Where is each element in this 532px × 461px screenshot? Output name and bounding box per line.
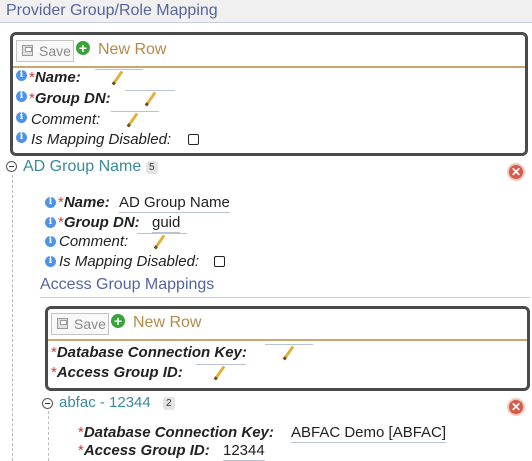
new-row-form: Save + New Row i *Name: i *Group DN: i C… — [10, 32, 528, 156]
info-icon[interactable]: i — [16, 112, 27, 123]
mapping-disabled-label: Is Mapping Disabled: — [31, 131, 172, 148]
toolbar-divider — [13, 66, 525, 68]
page-title: Provider Group/Role Mapping — [6, 2, 218, 19]
group-dn-label: *Group DN: — [58, 214, 140, 231]
mapping-disabled-checkbox[interactable] — [188, 134, 199, 145]
access-save-button[interactable]: Save — [51, 313, 109, 335]
db-key-label: *Database Connection Key: — [51, 344, 247, 361]
edit-pencil-icon[interactable] — [213, 365, 226, 381]
tree-guide-line — [48, 411, 49, 461]
name-field[interactable] — [95, 69, 143, 70]
edit-pencil-icon[interactable] — [282, 345, 295, 361]
info-icon[interactable]: i — [45, 197, 56, 208]
access-new-row-button[interactable]: New Row — [133, 314, 201, 332]
comment-label: Comment: — [31, 111, 101, 128]
save-button[interactable]: Save — [16, 40, 74, 62]
group-mapping-disabled-label: Is Mapping Disabled: — [59, 253, 200, 270]
sub-db-key-value[interactable]: ABFAC Demo [ABFAC] — [291, 424, 447, 443]
info-icon[interactable]: i — [45, 217, 56, 228]
edit-pencil-icon[interactable] — [153, 234, 166, 250]
collapse-icon[interactable] — [6, 161, 17, 172]
edit-pencil-icon[interactable] — [126, 112, 139, 128]
info-icon[interactable]: i — [16, 70, 27, 81]
new-row-button[interactable]: New Row — [98, 41, 166, 59]
count-badge: 2 — [163, 397, 175, 410]
name-label: *Name: — [29, 69, 81, 86]
edit-pencil-icon[interactable] — [144, 91, 157, 107]
edit-pencil-icon[interactable] — [111, 70, 124, 86]
group-dn-field[interactable] — [125, 90, 175, 91]
access-id-field[interactable] — [196, 364, 246, 365]
sub-access-id-label: *Access Group ID: — [78, 442, 210, 459]
page-header: Provider Group/Role Mapping — [0, 0, 532, 23]
add-icon[interactable]: + — [111, 314, 125, 328]
sub-db-key-label: *Database Connection Key: — [78, 424, 274, 441]
add-icon[interactable]: + — [76, 41, 90, 55]
count-badge: 5 — [146, 161, 158, 174]
delete-icon[interactable]: ✕ — [507, 163, 525, 181]
info-icon[interactable]: i — [45, 236, 56, 247]
save-disk-icon — [57, 318, 68, 329]
group-name-label: *Name: — [58, 194, 110, 211]
info-icon[interactable]: i — [16, 91, 27, 102]
group-title-link[interactable]: AD Group Name — [23, 158, 141, 176]
info-icon[interactable]: i — [16, 132, 27, 143]
tree-guide-line — [12, 175, 13, 461]
sub-access-id-value[interactable]: 12344 — [223, 442, 265, 461]
group-dn-label: *Group DN: — [29, 90, 111, 107]
section-divider — [40, 297, 530, 298]
access-id-label: *Access Group ID: — [51, 364, 183, 381]
group-comment-label: Comment: — [59, 233, 129, 250]
toolbar-divider — [48, 339, 527, 341]
db-key-field[interactable] — [265, 344, 313, 345]
access-new-row-form: Save + New Row *Database Connection Key:… — [45, 306, 530, 391]
delete-icon[interactable]: ✕ — [507, 398, 525, 416]
collapse-icon[interactable] — [42, 398, 53, 409]
info-icon[interactable]: i — [45, 256, 56, 267]
group-mapping-disabled-checkbox[interactable] — [214, 256, 225, 267]
group-name-value[interactable]: AD Group Name — [119, 194, 230, 213]
save-disk-icon — [22, 45, 33, 56]
group-dn-value[interactable]: guid — [152, 214, 181, 233]
sub-group-title-link[interactable]: abfac - 12344 — [59, 394, 151, 411]
access-section-title: Access Group Mappings — [40, 276, 215, 293]
